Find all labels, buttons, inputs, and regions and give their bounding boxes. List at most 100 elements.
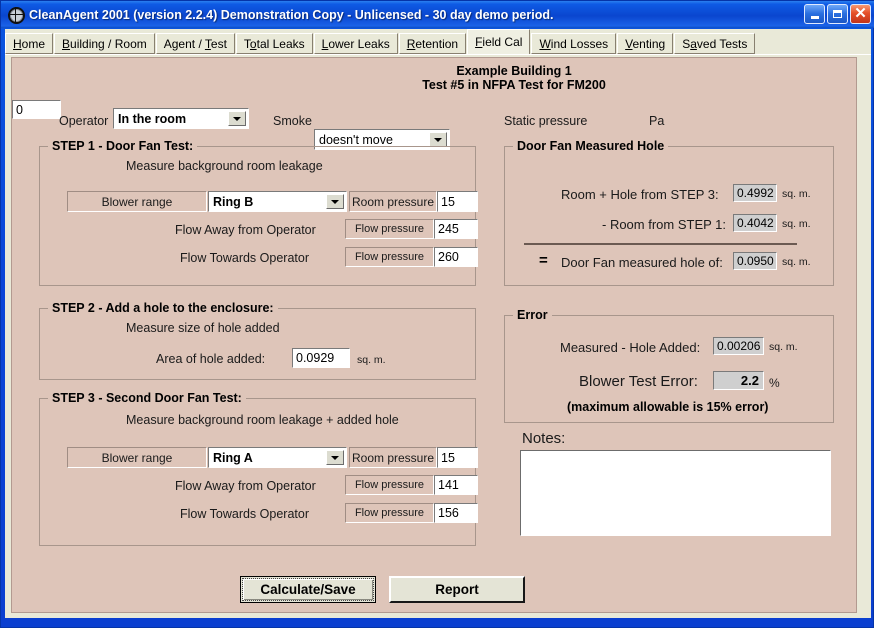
step3-room-pressure-label: Room pressure <box>349 447 437 468</box>
chevron-down-icon[interactable] <box>326 194 344 209</box>
application-window: CleanAgent 2001 (version 2.2.4) Demonstr… <box>0 0 874 628</box>
step3-flow-towards-input[interactable]: 156 <box>434 503 478 523</box>
close-button[interactable]: ✕ <box>850 4 871 24</box>
tab-building-room[interactable]: Building / Room <box>54 33 155 54</box>
sum-divider <box>524 243 797 245</box>
tab-label: Home <box>13 36 46 51</box>
error-row2-label: Blower Test Error: <box>579 373 698 390</box>
step2-area-label: Area of hole added: <box>156 352 266 366</box>
tab-label: Agent / Test <box>163 36 227 51</box>
tab-field-cal[interactable]: Field Cal <box>467 29 531 54</box>
tab-label: Building / Room <box>62 36 147 51</box>
tab-label: Saved Tests <box>682 36 748 51</box>
calculate-save-label: Calculate/Save <box>242 578 374 601</box>
tab-bar: Home Building / Room Agent / Test Total … <box>5 29 871 54</box>
step2-title: STEP 2 - Add a hole to the enclosure: <box>48 301 278 315</box>
step1-blower-range-select[interactable]: Ring B <box>208 191 347 212</box>
tab-venting[interactable]: Venting <box>617 33 674 54</box>
tab-label: Field Cal <box>475 35 523 49</box>
step2-subtitle: Measure size of hole added <box>126 321 280 335</box>
measured-hole-row2-label: - Room from STEP 1: <box>602 217 727 232</box>
tab-label: Wind Losses <box>539 36 609 51</box>
measured-hole-row2-unit: sq. m. <box>782 218 811 230</box>
window-title: CleanAgent 2001 (version 2.2.4) Demonstr… <box>29 7 554 22</box>
step3-title: STEP 3 - Second Door Fan Test: <box>48 391 246 405</box>
step3-subtitle: Measure background room leakage + added … <box>126 413 399 427</box>
error-row1-unit: sq. m. <box>769 341 798 353</box>
step3-group: STEP 3 - Second Door Fan Test: Measure b… <box>39 391 478 546</box>
window-controls: ✕ <box>804 4 871 24</box>
calculate-save-button[interactable]: Calculate/Save <box>240 576 376 603</box>
measured-hole-row1-label: Room + Hole from STEP 3: <box>561 187 719 202</box>
step1-flow-away-field-label: Flow pressure <box>345 219 434 239</box>
report-label: Report <box>435 582 479 597</box>
crosshair-target-icon <box>8 7 25 24</box>
step3-flow-towards-field-label: Flow pressure <box>345 503 434 523</box>
field-cal-panel: Example Building 1 Test #5 in NFPA Test … <box>11 57 857 613</box>
page-title-line1: Example Building 1 <box>456 64 572 78</box>
error-row2-unit: % <box>769 376 780 390</box>
step1-room-pressure-input[interactable]: 15 <box>437 191 478 212</box>
step1-group: STEP 1 - Door Fan Test: Measure backgrou… <box>39 139 478 286</box>
step1-blower-range-value: Ring B <box>213 194 254 209</box>
operator-value: In the room <box>118 111 187 126</box>
maximize-icon <box>833 10 842 18</box>
maximize-button[interactable] <box>827 4 848 24</box>
step1-flow-towards-input[interactable]: 260 <box>434 247 478 267</box>
tab-home[interactable]: Home <box>5 33 54 54</box>
measured-hole-title: Door Fan Measured Hole <box>513 139 669 153</box>
chevron-down-icon[interactable] <box>228 111 246 126</box>
step3-flow-away-label: Flow Away from Operator <box>175 479 316 493</box>
measured-hole-row1-value: 0.4992 <box>733 184 777 202</box>
static-pressure-label: Static pressure <box>504 114 588 128</box>
page-title-line2: Test #5 in NFPA Test for FM200 <box>422 78 606 92</box>
step2-group: STEP 2 - Add a hole to the enclosure: Me… <box>39 301 476 380</box>
step3-room-pressure-input[interactable]: 15 <box>437 447 478 468</box>
notes-label: Notes: <box>522 430 566 447</box>
measured-hole-row2-value: 0.4042 <box>733 214 777 232</box>
step1-flow-away-input[interactable]: 245 <box>434 219 478 239</box>
error-group: Error Measured - Hole Added: 0.00206 sq.… <box>504 308 834 423</box>
smoke-label: Smoke <box>273 114 312 128</box>
error-row1-label: Measured - Hole Added: <box>560 340 701 355</box>
chevron-down-icon[interactable] <box>326 450 344 465</box>
client-area: Example Building 1 Test #5 in NFPA Test … <box>5 54 871 618</box>
step3-flow-towards-label: Flow Towards Operator <box>180 507 309 521</box>
tab-retention[interactable]: Retention <box>398 33 467 54</box>
static-pressure-unit: Pa <box>649 114 665 128</box>
notes-textarea[interactable] <box>520 450 831 536</box>
measured-hole-row3-label: Door Fan measured hole of: <box>561 255 723 270</box>
step1-room-pressure-label: Room pressure <box>349 191 437 212</box>
title-bar: CleanAgent 2001 (version 2.2.4) Demonstr… <box>1 1 874 28</box>
measured-hole-row3-value: 0.0950 <box>733 252 777 270</box>
step2-area-input[interactable]: 0.0929 <box>292 348 350 368</box>
chevron-down-icon[interactable] <box>429 132 447 147</box>
report-button[interactable]: Report <box>389 576 525 603</box>
tab-label: Total Leaks <box>243 36 305 51</box>
step2-area-unit: sq. m. <box>357 354 386 366</box>
static-pressure-input[interactable]: 0 <box>12 100 61 119</box>
tab-lower-leaks[interactable]: Lower Leaks <box>313 33 398 54</box>
measured-hole-row3-unit: sq. m. <box>782 256 811 268</box>
equals-icon: = <box>539 252 548 269</box>
operator-label: Operator <box>59 114 109 128</box>
minimize-button[interactable] <box>804 4 825 24</box>
measured-hole-row1-unit: sq. m. <box>782 188 811 200</box>
step3-flow-away-input[interactable]: 141 <box>434 475 478 495</box>
minimize-icon <box>810 16 819 19</box>
tab-label: Venting <box>625 36 666 51</box>
step3-flow-away-field-label: Flow pressure <box>345 475 434 495</box>
step1-flow-away-label: Flow Away from Operator <box>175 223 316 237</box>
tab-total-leaks[interactable]: Total Leaks <box>235 33 313 54</box>
close-icon: ✕ <box>854 5 867 22</box>
step3-blower-range-select[interactable]: Ring A <box>208 447 347 468</box>
operator-select[interactable]: In the room <box>113 108 249 129</box>
tab-wind-losses[interactable]: Wind Losses <box>531 33 617 54</box>
step3-blower-range-label: Blower range <box>67 447 207 468</box>
smoke-value: doesn't move <box>319 132 393 147</box>
measured-hole-group: Door Fan Measured Hole Room + Hole from … <box>504 139 834 286</box>
step1-subtitle: Measure background room leakage <box>126 159 323 173</box>
tab-agent-test[interactable]: Agent / Test <box>155 33 235 54</box>
tab-saved-tests[interactable]: Saved Tests <box>674 33 756 54</box>
error-row2-value: 2.2 <box>713 371 764 390</box>
